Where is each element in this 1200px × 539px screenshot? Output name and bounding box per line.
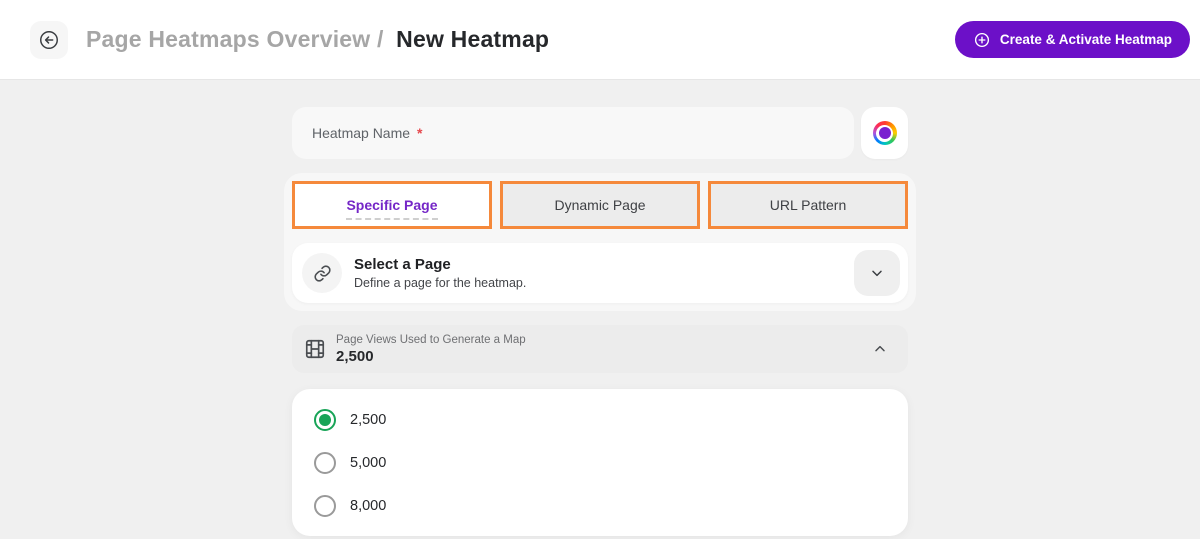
select-page-dropdown[interactable]: Select a Page Define a page for the heat… [292,243,908,303]
plus-circle-icon [973,31,991,49]
page-title: New Heatmap [396,26,549,52]
arrow-left-circle-icon [38,29,60,51]
breadcrumb-parent[interactable]: Page Heatmaps Overview / [86,26,384,52]
option-label: 5,000 [350,455,386,471]
option-5000[interactable]: 5,000 [292,441,908,484]
tab-dynamic-page-label: Dynamic Page [554,197,645,213]
radio-selected-icon [314,409,336,431]
breadcrumb: Page Heatmaps Overview / New Heatmap [86,26,549,53]
chevron-down-icon [869,265,885,281]
radio-unselected-icon [314,495,336,517]
page-views-selector[interactable]: Page Views Used to Generate a Map 2,500 [292,325,908,373]
create-activate-heatmap-button[interactable]: Create & Activate Heatmap [955,21,1190,58]
tab-specific-page[interactable]: Specific Page [292,181,492,229]
page-views-texts: Page Views Used to Generate a Map 2,500 [336,334,526,365]
tab-specific-page-label: Specific Page [346,197,437,220]
link-icon [313,264,332,283]
main-content: Heatmap Name * Specific Page Dynamic Pag… [0,80,1200,536]
page-views-options-card: 2,500 5,000 8,000 [292,389,908,536]
heatmap-name-row: Heatmap Name * [292,107,908,159]
option-2500[interactable]: 2,500 [292,398,908,441]
tab-url-pattern-label: URL Pattern [770,197,847,213]
heatmap-name-input[interactable] [292,107,854,159]
option-label: 2,500 [350,412,386,428]
page-type-tabs: Specific Page Dynamic Page URL Pattern [292,181,908,229]
heatmap-name-field: Heatmap Name * [292,107,854,159]
color-wheel-icon [873,121,897,145]
radio-unselected-icon [314,452,336,474]
page-views-value: 2,500 [336,348,526,365]
select-page-chevron-button[interactable] [854,250,900,296]
chevron-up-icon [872,341,888,357]
option-8000[interactable]: 8,000 [292,484,908,527]
film-icon [304,338,326,360]
option-label: 8,000 [350,498,386,514]
tab-url-pattern[interactable]: URL Pattern [708,181,908,229]
header: Page Heatmaps Overview / New Heatmap Cre… [0,0,1200,80]
page-views-label: Page Views Used to Generate a Map [336,334,526,346]
tab-dynamic-page[interactable]: Dynamic Page [500,181,700,229]
link-icon-badge [302,253,342,293]
page-target-group: Specific Page Dynamic Page URL Pattern S… [284,173,916,311]
color-picker-button[interactable] [861,107,908,159]
select-page-subtitle: Define a page for the heatmap. [354,276,526,290]
create-button-label: Create & Activate Heatmap [1000,32,1172,47]
select-page-title: Select a Page [354,256,526,273]
back-button[interactable] [30,21,68,59]
select-page-texts: Select a Page Define a page for the heat… [354,256,526,290]
